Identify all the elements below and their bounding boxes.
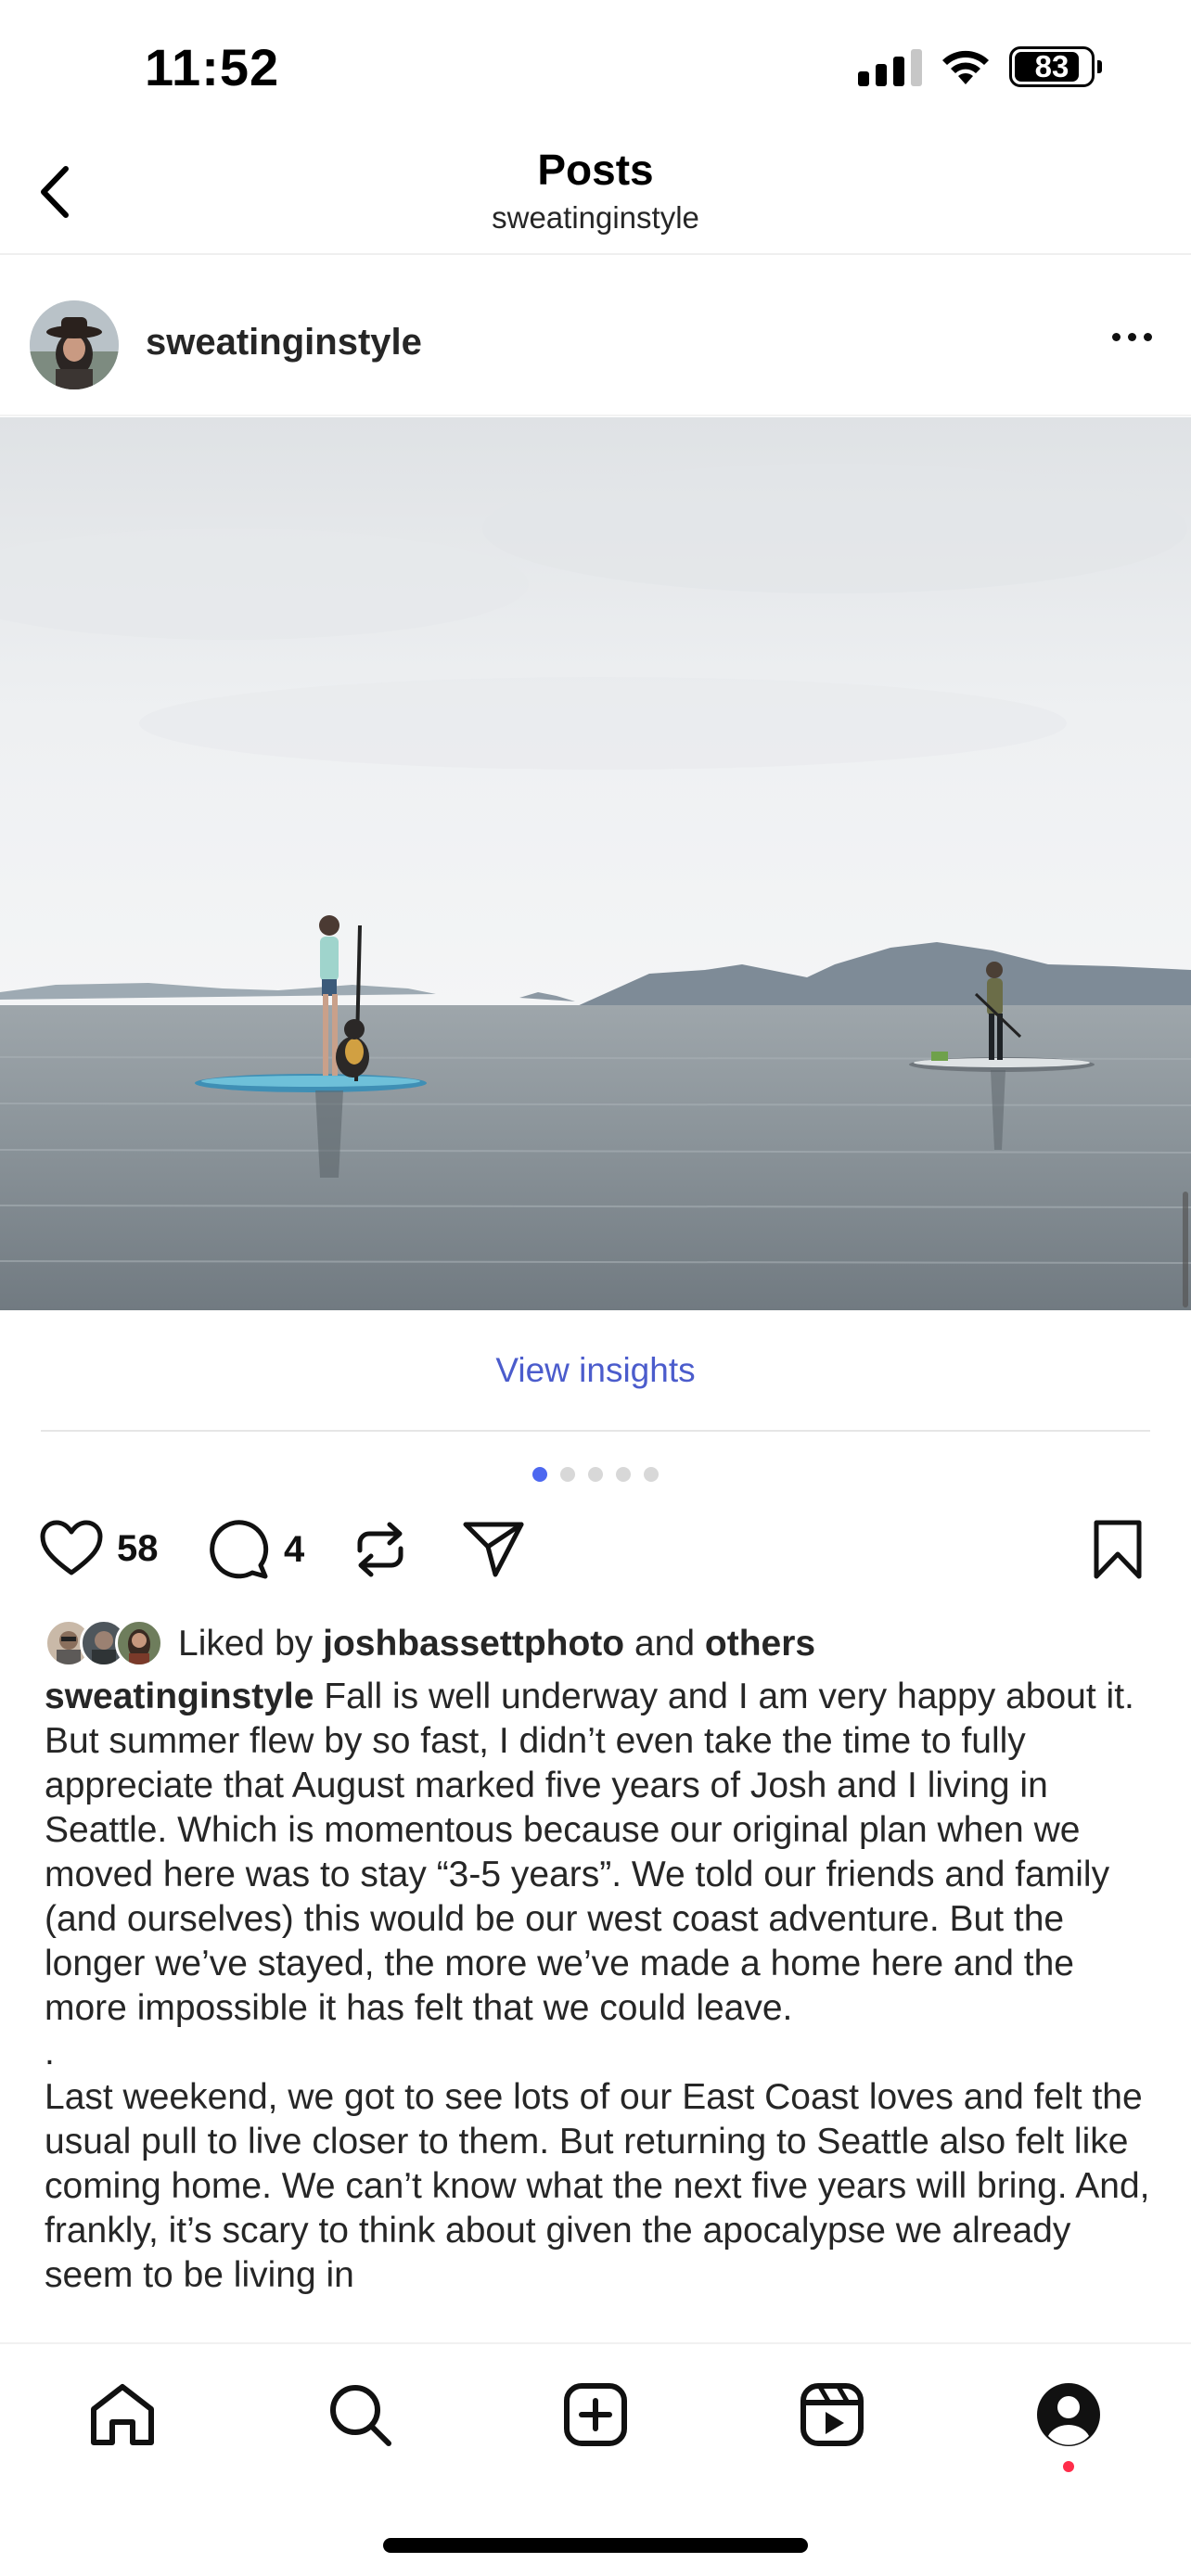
liked-by-user[interactable]: joshbassettphoto [323,1624,624,1664]
cellular-signal-icon [858,47,922,86]
liked-by-and: and [634,1624,696,1664]
home-indicator[interactable] [383,2538,808,2553]
save-button[interactable] [1091,1519,1145,1580]
carousel-dot [560,1467,575,1482]
heart-icon [40,1520,103,1575]
nav-header: Posts sweatinginstyle [0,139,1191,255]
status-bar: 11:52 83 [0,0,1191,139]
liker-avatars [45,1617,165,1671]
post-photo[interactable] [0,417,1191,1310]
bookmark-icon [1094,1520,1142,1579]
caption-separator: . [45,2033,55,2072]
search-icon [330,2385,391,2446]
send-icon [463,1522,524,1577]
caption-paragraph-1: Fall is well underway and I am very happ… [45,1677,1134,2028]
battery-level: 83 [1034,49,1069,83]
more-horizontal-icon [1112,333,1121,341]
repost-button[interactable] [351,1517,410,1582]
carousel-dot-active [532,1467,547,1482]
comment-action[interactable]: 4 [208,1519,304,1580]
likes-count[interactable]: 58 [117,1528,159,1570]
liked-by-prefix: Liked by [178,1624,314,1664]
liked-by-row[interactable]: Liked by joshbassettphoto and others [45,1615,815,1673]
battery-icon: 83 [1009,46,1095,87]
tab-reels[interactable] [795,2378,869,2452]
home-icon [91,2384,154,2445]
profile-icon [1037,2383,1100,2446]
status-time: 11:52 [145,38,280,96]
tab-profile[interactable] [1031,2378,1106,2452]
view-insights-link[interactable]: View insights [0,1351,1191,1390]
liked-by-others[interactable]: others [705,1624,815,1664]
tab-home[interactable] [85,2378,160,2452]
repost-icon [357,1522,403,1577]
post-header: sweatinginstyle [0,257,1191,416]
liker-avatar [115,1619,163,1667]
comment-icon [210,1520,269,1579]
carousel-dot [644,1467,659,1482]
carousel-indicator [0,1467,1191,1482]
insights-section: View insights [0,1310,1191,1432]
wifi-icon [942,50,989,84]
create-post-icon [564,2383,627,2446]
page-title: Posts [537,146,654,194]
carousel-dot [616,1467,631,1482]
more-options-button[interactable] [1112,333,1152,341]
post-caption: sweatinginstyle Fall is well underway an… [45,1675,1158,2342]
tab-search[interactable] [323,2378,397,2452]
like-action[interactable]: 58 [39,1519,159,1578]
page-subtitle: sweatinginstyle [492,200,699,235]
share-button[interactable] [462,1519,525,1578]
divider [41,1430,1150,1432]
caption-username[interactable]: sweatinginstyle [45,1677,314,1716]
status-icons: 83 [858,46,1102,87]
post-username[interactable]: sweatinginstyle [146,322,422,363]
liked-by-text: Liked by joshbassettphoto and others [178,1624,815,1664]
notification-dot [1063,2461,1074,2472]
scrollbar[interactable] [1183,1192,1188,1307]
carousel-dot [588,1467,603,1482]
tab-create[interactable] [558,2378,633,2452]
caption-paragraph-2: Last weekend, we got to see lots of our … [45,2077,1150,2295]
post-actions: 58 4 [0,1513,1191,1588]
comments-count[interactable]: 4 [284,1529,304,1571]
avatar[interactable] [30,300,119,389]
reels-icon [800,2383,864,2446]
